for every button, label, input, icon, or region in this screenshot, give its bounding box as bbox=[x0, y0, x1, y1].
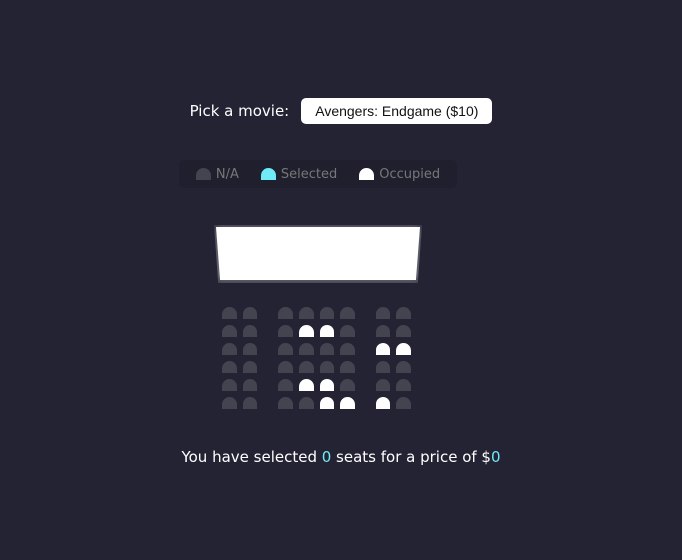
seat[interactable] bbox=[278, 325, 293, 337]
seat[interactable] bbox=[298, 343, 314, 355]
movie-select[interactable]: Avengers: Endgame ($10) bbox=[301, 98, 493, 124]
seat[interactable] bbox=[340, 325, 355, 337]
seat-occupied-icon bbox=[359, 168, 375, 180]
seat bbox=[375, 343, 391, 355]
summary-middle: seats for a price of $ bbox=[331, 448, 491, 466]
seat bbox=[298, 325, 314, 337]
seat-row bbox=[222, 325, 417, 337]
seat[interactable] bbox=[222, 325, 237, 337]
seat[interactable] bbox=[242, 307, 258, 319]
seat-grid bbox=[222, 307, 417, 415]
seat bbox=[319, 325, 335, 337]
seat[interactable] bbox=[396, 361, 411, 373]
seat[interactable] bbox=[298, 307, 314, 319]
seat[interactable] bbox=[396, 307, 411, 319]
seat[interactable] bbox=[242, 325, 258, 337]
legend-label-na: N/A bbox=[215, 166, 239, 182]
legend-item-occupied: Occupied bbox=[359, 167, 440, 182]
movie-picker-label: Pick a movie: bbox=[189, 102, 290, 120]
seat[interactable] bbox=[278, 397, 293, 409]
seat[interactable] bbox=[278, 343, 293, 355]
seat-row bbox=[222, 379, 417, 391]
summary-prefix: You have selected bbox=[181, 448, 322, 466]
seat-row bbox=[222, 397, 417, 409]
seat bbox=[396, 343, 411, 355]
selected-seat-count: 0 bbox=[321, 448, 332, 466]
seat-legend: N/A Selected Occupied bbox=[179, 160, 457, 188]
seat[interactable] bbox=[222, 343, 237, 355]
seat[interactable] bbox=[319, 307, 335, 319]
seat bbox=[340, 397, 355, 409]
movie-seat-booking-app: Pick a movie: Avengers: Endgame ($10) N/… bbox=[0, 0, 682, 560]
booking-summary: You have selected 0 seats for a price of… bbox=[0, 448, 682, 466]
seat-row bbox=[222, 307, 417, 319]
seat[interactable] bbox=[242, 379, 258, 391]
seat[interactable] bbox=[319, 343, 335, 355]
legend-label-selected: Selected bbox=[280, 166, 338, 182]
seat[interactable] bbox=[340, 343, 355, 355]
seat[interactable] bbox=[242, 343, 258, 355]
movie-picker: Pick a movie: Avengers: Endgame ($10) bbox=[0, 98, 682, 124]
seat bbox=[298, 379, 314, 391]
seat[interactable] bbox=[242, 397, 258, 409]
seat[interactable] bbox=[375, 325, 391, 337]
seat[interactable] bbox=[278, 379, 293, 391]
seat[interactable] bbox=[375, 307, 391, 319]
movie-screen bbox=[216, 227, 420, 280]
total-price: 0 bbox=[490, 448, 501, 466]
seat[interactable] bbox=[298, 397, 314, 409]
seat bbox=[319, 397, 335, 409]
seat[interactable] bbox=[278, 307, 293, 319]
seat[interactable] bbox=[375, 379, 391, 391]
seat[interactable] bbox=[222, 361, 237, 373]
legend-item-na: N/A bbox=[195, 166, 239, 182]
seat-selected-icon bbox=[260, 168, 276, 180]
seat[interactable] bbox=[242, 361, 258, 373]
seat bbox=[375, 397, 391, 409]
seat-na-icon bbox=[195, 168, 211, 180]
seat[interactable] bbox=[319, 361, 335, 373]
seat[interactable] bbox=[340, 379, 355, 391]
seat[interactable] bbox=[396, 325, 411, 337]
seat[interactable] bbox=[375, 361, 391, 373]
seat bbox=[319, 379, 335, 391]
seat[interactable] bbox=[222, 379, 237, 391]
seat[interactable] bbox=[222, 307, 237, 319]
seat[interactable] bbox=[278, 361, 293, 373]
seat[interactable] bbox=[396, 379, 411, 391]
seat[interactable] bbox=[340, 307, 355, 319]
seat[interactable] bbox=[298, 361, 314, 373]
seat[interactable] bbox=[396, 397, 411, 409]
seat[interactable] bbox=[222, 397, 237, 409]
legend-label-occupied: Occupied bbox=[379, 166, 441, 182]
seat-row bbox=[222, 343, 417, 355]
seat-row bbox=[222, 361, 417, 373]
seat[interactable] bbox=[340, 361, 355, 373]
legend-item-selected: Selected bbox=[260, 166, 338, 182]
